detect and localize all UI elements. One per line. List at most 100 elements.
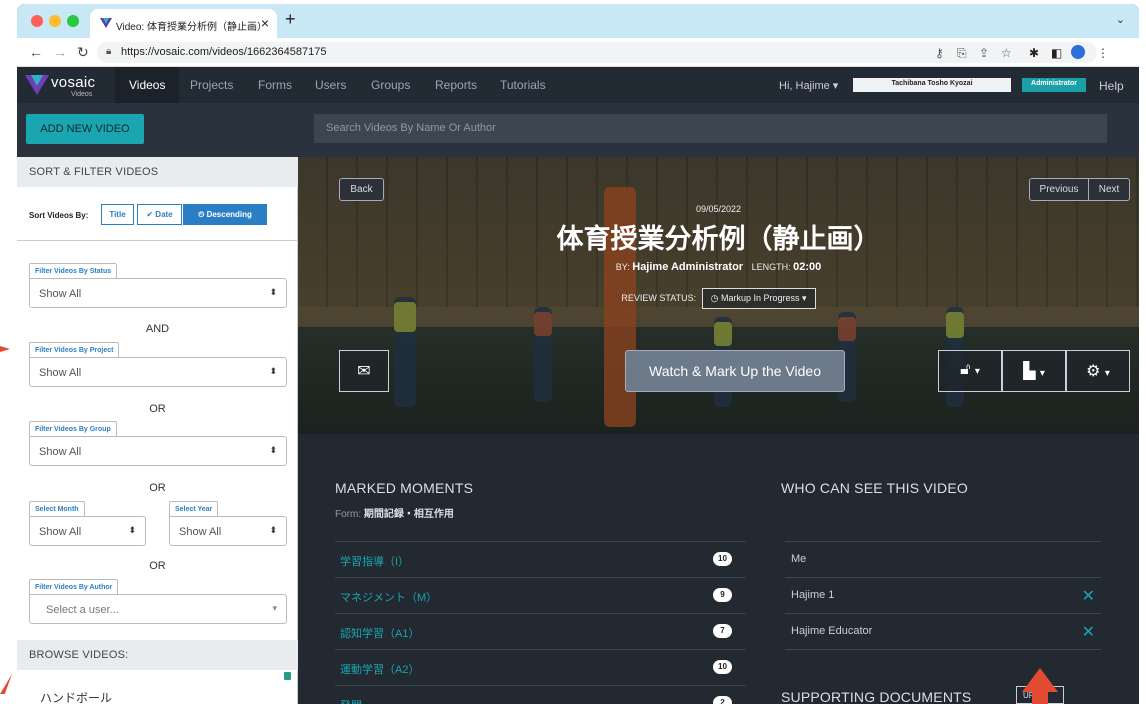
- by-label: BY:: [615, 262, 630, 272]
- share-icon[interactable]: ⇪: [979, 46, 989, 60]
- filter-project-label: Filter Videos By Project: [29, 342, 120, 358]
- sort-descending-label: Descending: [206, 210, 252, 219]
- viewer-row: Hajime 1 ✕: [785, 577, 1101, 613]
- marked-moment-row[interactable]: 運動学習（A2） 10: [335, 649, 746, 685]
- or-label: OR: [149, 403, 166, 415]
- marked-moment-row[interactable]: 発問 2: [335, 685, 746, 704]
- marked-moment-row[interactable]: 学習指導（I） 10: [335, 541, 746, 577]
- supporting-documents-title: SUPPORTING DOCUMENTS: [781, 689, 972, 704]
- sort-title-button[interactable]: Title: [101, 204, 134, 225]
- next-button[interactable]: Next: [1088, 178, 1130, 201]
- settings-menu-button[interactable]: ⚙ ▾: [1066, 350, 1130, 392]
- url-field[interactable]: 🔒︎ https://vosaic.com/videos/16623645871…: [97, 42, 1097, 63]
- review-status-dropdown[interactable]: ◷ Markup In Progress ▾: [701, 288, 816, 309]
- close-tab-icon[interactable]: ×: [261, 15, 269, 31]
- nav-tutorials[interactable]: Tutorials: [500, 78, 546, 92]
- marked-moment-row[interactable]: マネジメント（M） 9: [335, 577, 746, 613]
- filter-project-select[interactable]: Show All ⬍: [29, 357, 287, 387]
- caret-down-icon: ▾: [832, 80, 839, 92]
- lock-icon: 🔓︎: [960, 361, 971, 378]
- remove-viewer-icon[interactable]: ✕: [1082, 622, 1095, 642]
- forward-arrow-icon[interactable]: →: [53, 44, 67, 60]
- marked-moment-count: 10: [713, 660, 732, 674]
- help-link[interactable]: Help: [1099, 79, 1124, 93]
- sort-date-button[interactable]: ✔ Date: [137, 204, 182, 225]
- select-caret-icon: ⬍: [269, 287, 277, 297]
- filter-group-value: Show All: [39, 446, 82, 458]
- browse-videos-header: BROWSE VIDEOS:: [17, 640, 298, 670]
- minimize-window-dot[interactable]: [49, 15, 61, 27]
- search-input[interactable]: Search Videos By Name Or Author: [314, 114, 1107, 143]
- add-new-video-button[interactable]: ADD NEW VIDEO: [26, 114, 144, 144]
- vosaic-logo[interactable]: vosaic Videos: [23, 72, 113, 100]
- key-icon[interactable]: ⚷: [935, 46, 944, 60]
- caret-down-icon: ▾: [802, 293, 807, 303]
- who-can-see-title: WHO CAN SEE THIS VIDEO: [781, 480, 968, 496]
- video-date: 09/05/2022: [695, 204, 742, 214]
- extensions-icon[interactable]: ✱: [1029, 46, 1039, 60]
- nav-forms[interactable]: Forms: [258, 78, 292, 92]
- app-navbar: vosaic Videos Videos Projects Forms User…: [17, 67, 1139, 103]
- lock-menu-button[interactable]: 🔓︎ ▾: [938, 350, 1002, 392]
- sidepanel-icon[interactable]: ◧: [1051, 46, 1062, 60]
- nav-videos[interactable]: Videos: [115, 67, 180, 103]
- close-window-dot[interactable]: [31, 15, 43, 27]
- back-arrow-icon[interactable]: ←: [29, 44, 43, 60]
- select-year-select[interactable]: Show All ⬍: [169, 516, 287, 546]
- profile-avatar-icon[interactable]: [1071, 45, 1085, 59]
- sidebar: SORT & FILTER VIDEOS Sort Videos By: Tit…: [17, 157, 298, 704]
- divider: [785, 649, 1101, 650]
- marked-moment-label: 学習指導（I）: [340, 556, 410, 568]
- nav-groups[interactable]: Groups: [371, 78, 410, 92]
- maximize-window-dot[interactable]: [67, 15, 79, 27]
- marked-moments-title: MARKED MOMENTS: [335, 480, 474, 496]
- address-bar: ← → ↻ 🔒︎ https://vosaic.com/videos/16623…: [17, 38, 1139, 67]
- select-caret-icon: ⬍: [269, 366, 277, 376]
- gear-icon: ⚙: [1086, 363, 1101, 380]
- vosaic-logo-icon: [25, 75, 49, 95]
- browser-tab[interactable]: Video: 体育授業分析例（静止画） ×: [90, 9, 277, 38]
- lock-icon: [284, 672, 291, 680]
- filter-status-label: Filter Videos By Status: [29, 263, 118, 279]
- tab-bar: Video: 体育授業分析例（静止画） × + ⌄: [17, 4, 1139, 38]
- annotation-arrow-icon: [0, 674, 12, 694]
- filter-group-select[interactable]: Show All ⬍: [29, 436, 287, 466]
- and-label: AND: [145, 323, 170, 335]
- new-tab-icon[interactable]: +: [285, 9, 296, 30]
- marked-moment-label: 認知学習（A1）: [340, 628, 420, 640]
- nav-reports[interactable]: Reports: [435, 78, 477, 92]
- remove-viewer-icon[interactable]: ✕: [1082, 586, 1095, 606]
- marked-moment-row[interactable]: 認知学習（A1） 7: [335, 613, 746, 649]
- divider: [17, 240, 298, 241]
- email-button[interactable]: ✉: [339, 350, 389, 392]
- browse-folder-item[interactable]: ハンドボール: [40, 689, 112, 704]
- annotation-arrow-icon: [0, 346, 10, 352]
- watch-markup-button[interactable]: Watch & Mark Up the Video: [625, 350, 845, 392]
- brand-name: vosaic: [51, 74, 96, 91]
- bookmark-star-icon[interactable]: ☆: [1001, 46, 1012, 60]
- previous-button[interactable]: Previous: [1029, 178, 1089, 201]
- sort-descending-button[interactable]: ⏲ Descending: [183, 204, 267, 225]
- user-menu[interactable]: Hi, Hajime ▾: [779, 79, 838, 92]
- browser-menu-icon[interactable]: ⋮: [1097, 46, 1109, 60]
- marked-moment-count: 2: [713, 696, 732, 704]
- caret-down-icon: ▾: [974, 366, 980, 377]
- select-month: Select Month Show All ⬍: [29, 501, 146, 546]
- filter-author-select[interactable]: Select a user... ▾: [29, 594, 287, 624]
- filter-status-select[interactable]: Show All ⬍: [29, 278, 287, 308]
- select-month-select[interactable]: Show All ⬍: [29, 516, 146, 546]
- select-month-label: Select Month: [29, 501, 85, 517]
- video-length: 02:00: [793, 261, 822, 273]
- org-badge[interactable]: Tachibana Tosho Kyozai: [853, 78, 1011, 92]
- back-button[interactable]: Back: [339, 178, 384, 201]
- nav-users[interactable]: Users: [315, 78, 346, 92]
- file-menu-button[interactable]: ▙ ▾: [1002, 350, 1066, 392]
- video-author: Hajime Administrator: [632, 261, 744, 273]
- reload-icon[interactable]: ↻: [77, 44, 89, 61]
- tab-list-chevron-icon[interactable]: ⌄: [1116, 13, 1125, 26]
- viewer-row: Hajime Educator ✕: [785, 613, 1101, 649]
- translate-icon[interactable]: ⎘: [957, 46, 967, 61]
- nav-projects[interactable]: Projects: [190, 78, 233, 92]
- greeting: Hi, Hajime: [779, 80, 830, 92]
- select-year: Select Year Show All ⬍: [169, 501, 287, 546]
